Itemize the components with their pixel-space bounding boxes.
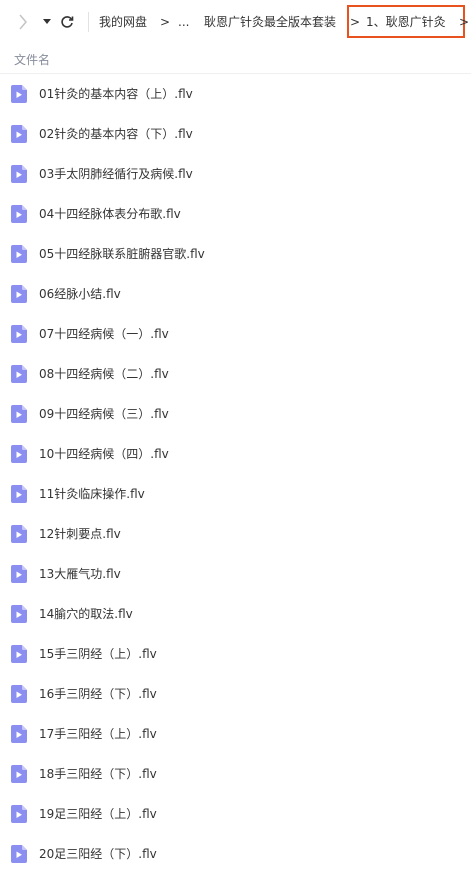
file-name: 06经脉小结.flv — [39, 287, 121, 301]
video-file-icon — [11, 405, 27, 423]
file-row[interactable]: 17手三阳经（上）.flv — [0, 714, 471, 754]
file-name: 07十四经病候（一）.flv — [39, 327, 169, 341]
video-file-icon — [11, 725, 27, 743]
file-name: 09十四经病候（三）.flv — [39, 407, 169, 421]
forward-button[interactable] — [14, 12, 32, 32]
video-file-icon — [11, 765, 27, 783]
file-name: 10十四经病候（四）.flv — [39, 447, 169, 461]
video-file-icon — [11, 645, 27, 663]
video-file-icon — [11, 125, 27, 143]
file-row[interactable]: 19足三阳经（上）.flv — [0, 794, 471, 834]
file-row[interactable]: 03手太阴肺经循行及病候.flv — [0, 154, 471, 194]
video-file-icon — [11, 365, 27, 383]
file-name: 04十四经脉体表分布歌.flv — [39, 207, 181, 221]
video-file-icon — [11, 285, 27, 303]
toolbar-divider — [88, 12, 89, 32]
chevron-right-icon — [19, 14, 27, 30]
file-row[interactable]: 09十四经病候（三）.flv — [0, 394, 471, 434]
video-file-icon — [11, 805, 27, 823]
file-row[interactable]: 16手三阴经（下）.flv — [0, 674, 471, 714]
file-name: 02针灸的基本内容（下）.flv — [39, 127, 193, 141]
video-file-icon — [11, 565, 27, 583]
breadcrumb-separator: > — [459, 15, 470, 29]
breadcrumb-current-label: 1、耿恩广针灸 — [366, 15, 446, 29]
file-name: 20足三阳经（下）.flv — [39, 847, 157, 861]
breadcrumb-my-drive[interactable]: 我的网盘 — [99, 14, 147, 30]
file-name: 01针灸的基本内容（上）.flv — [39, 87, 193, 101]
file-row[interactable]: 14腧穴的取法.flv — [0, 594, 471, 634]
file-row[interactable]: 20足三阳经（下）.flv — [0, 834, 471, 874]
file-row[interactable]: 08十四经病候（二）.flv — [0, 354, 471, 394]
video-file-icon — [11, 845, 27, 863]
path-toolbar: 我的网盘 > ... 耿恩广针灸最全版本套装 > 1、耿恩广针灸 > — [0, 0, 471, 44]
file-row[interactable]: 13大雁气功.flv — [0, 554, 471, 594]
video-file-icon — [11, 165, 27, 183]
video-file-icon — [11, 685, 27, 703]
column-header-filename[interactable]: 文件名 — [14, 51, 50, 68]
video-file-icon — [11, 325, 27, 343]
file-row[interactable]: 11针灸临床操作.flv — [0, 474, 471, 514]
file-name: 05十四经脉联系脏腑器官歌.flv — [39, 247, 205, 261]
breadcrumb-ellipsis[interactable]: ... — [178, 14, 189, 30]
file-row[interactable]: 02针灸的基本内容（下）.flv — [0, 114, 471, 154]
refresh-icon — [61, 16, 74, 28]
video-file-icon — [11, 445, 27, 463]
file-row[interactable]: 18手三阳经（下）.flv — [0, 754, 471, 794]
file-row[interactable]: 04十四经脉体表分布歌.flv — [0, 194, 471, 234]
refresh-button[interactable] — [58, 12, 76, 32]
file-name: 19足三阳经（上）.flv — [39, 807, 157, 821]
video-file-icon — [11, 525, 27, 543]
file-row[interactable]: 15手三阴经（上）.flv — [0, 634, 471, 674]
file-name: 16手三阴经（下）.flv — [39, 687, 157, 701]
breadcrumb-separator: > — [160, 15, 171, 29]
file-name: 13大雁气功.flv — [39, 567, 121, 581]
file-name: 14腧穴的取法.flv — [39, 607, 133, 621]
breadcrumb-current-folder[interactable]: 1、耿恩广针灸 — [347, 5, 465, 38]
file-name: 15手三阴经（上）.flv — [39, 647, 157, 661]
file-name: 03手太阴肺经循行及病候.flv — [39, 167, 193, 181]
breadcrumb-package-folder[interactable]: 耿恩广针灸最全版本套装 — [204, 14, 336, 30]
file-name: 11针灸临床操作.flv — [39, 487, 145, 501]
file-row[interactable]: 05十四经脉联系脏腑器官歌.flv — [0, 234, 471, 274]
video-file-icon — [11, 605, 27, 623]
video-file-icon — [11, 205, 27, 223]
file-row[interactable]: 01针灸的基本内容（上）.flv — [0, 74, 471, 114]
history-dropdown-button[interactable] — [40, 12, 54, 32]
file-name: 18手三阳经（下）.flv — [39, 767, 157, 781]
file-row[interactable]: 12针刺要点.flv — [0, 514, 471, 554]
file-name: 08十四经病候（二）.flv — [39, 367, 169, 381]
video-file-icon — [11, 85, 27, 103]
file-name: 12针刺要点.flv — [39, 527, 121, 541]
file-row[interactable]: 07十四经病候（一）.flv — [0, 314, 471, 354]
caret-down-icon — [43, 19, 51, 24]
video-file-icon — [11, 245, 27, 263]
file-list: 01针灸的基本内容（上）.flv 02针灸的基本内容（下）.flv 03手太阴肺经循… — [0, 74, 471, 874]
file-name: 17手三阳经（上）.flv — [39, 727, 157, 741]
file-row[interactable]: 06经脉小结.flv — [0, 274, 471, 314]
video-file-icon — [11, 485, 27, 503]
list-header: 文件名 — [0, 44, 471, 74]
file-row[interactable]: 10十四经病候（四）.flv — [0, 434, 471, 474]
